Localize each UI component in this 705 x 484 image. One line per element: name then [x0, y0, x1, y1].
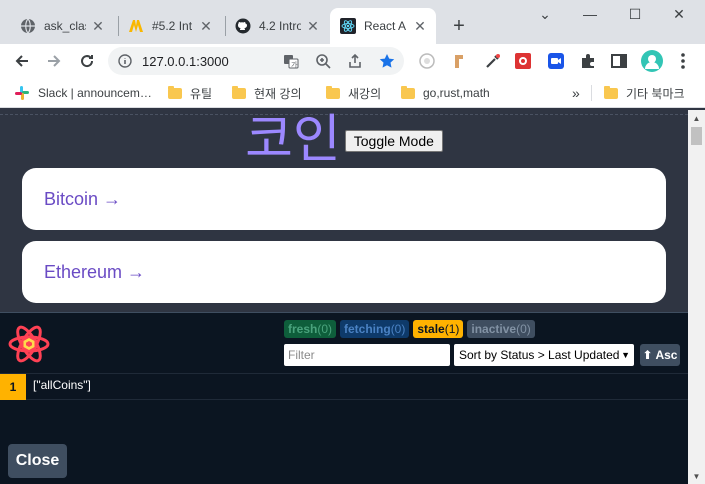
caret-down-icon: ▼ [621, 350, 630, 360]
bookmark-label: go,rust,math [423, 86, 490, 100]
browser-toolbar: 127.0.0.1:3000 가 [0, 44, 705, 78]
folder-icon [604, 85, 618, 99]
back-button[interactable] [10, 49, 34, 73]
coin-link[interactable]: Bitcoin → [44, 189, 121, 210]
toggle-mode-button[interactable]: Toggle Mode [344, 130, 443, 152]
coin-link[interactable]: Ethereum → [44, 262, 145, 283]
badge-stale: stale(1) [413, 320, 464, 338]
close-icon[interactable]: ✕ [305, 18, 321, 35]
bookmarks-bar: Slack | announcem… 유틸 현재 강의 새강의 go,rust,… [0, 78, 705, 108]
forward-button[interactable] [42, 49, 66, 73]
close-icon[interactable]: ✕ [198, 18, 214, 35]
folder-icon [401, 85, 415, 99]
zoom-video-icon[interactable] [547, 52, 565, 70]
extension-timer-icon[interactable] [418, 52, 436, 70]
folder-icon [232, 85, 246, 99]
m-logo-icon [129, 20, 143, 32]
coin-card-bitcoin[interactable]: Bitcoin → [22, 168, 666, 230]
bookmark-label: 유틸 [190, 86, 213, 101]
arrow-right-icon [48, 55, 61, 67]
title-row: 코인 Toggle Mode [0, 110, 688, 170]
sort-select[interactable]: Sort by Status > Last Updated ▼ [454, 344, 634, 366]
tab-strip: ask_clas ✕ #5.2 Int ✕ 4.2 Intro ✕ React … [0, 0, 705, 44]
bookmark-folder-util[interactable]: 유틸 [168, 85, 212, 101]
profile-avatar[interactable] [641, 50, 663, 72]
folder-icon [168, 85, 182, 99]
puzzle-icon[interactable] [579, 52, 597, 70]
react-icon [340, 18, 356, 34]
bookmark-folder-other[interactable]: 기타 북마크 [604, 85, 685, 101]
tab-label: #5.2 Int [152, 19, 193, 33]
kebab-menu-icon[interactable] [674, 52, 692, 70]
react-query-devtools: fresh(0) fetching(0) stale(1) inactive(0… [0, 312, 688, 484]
react-query-logo-icon[interactable] [8, 323, 50, 365]
sidebar-panel-icon[interactable] [610, 52, 628, 70]
bookmark-divider [591, 85, 592, 101]
bookmark-label: 새강의 [348, 86, 382, 101]
window-close-icon[interactable]: ✕ [664, 6, 694, 23]
new-tab-button[interactable]: + [447, 14, 471, 38]
badge-inactive: inactive(0) [467, 320, 535, 338]
tab-label: React A [364, 19, 407, 33]
page-title: 코인 [245, 110, 341, 170]
folder-icon [326, 85, 340, 99]
bookmark-folder-current[interactable]: 현재 강의 [232, 85, 302, 101]
slack-icon [15, 86, 29, 100]
scroll-thumb[interactable] [691, 127, 702, 145]
bookmark-label: 기타 북마크 [626, 86, 685, 101]
query-status-badges: fresh(0) fetching(0) stale(1) inactive(0… [284, 320, 535, 338]
reload-button[interactable] [75, 49, 99, 73]
sort-direction-button[interactable]: ⬆ Asc [640, 344, 680, 366]
eyedropper-icon[interactable] [484, 52, 502, 70]
bookmark-folder-go-rust-math[interactable]: go,rust,math [401, 85, 490, 101]
page-content: 코인 Toggle Mode Bitcoin → Ethereum → [0, 110, 688, 312]
chevron-down-icon[interactable]: ⌄ [530, 6, 560, 23]
github-icon [235, 18, 251, 34]
query-key: ["allCoins"] [33, 378, 91, 392]
bookmark-label: 현재 강의 [254, 86, 302, 101]
bookmarks-overflow-button[interactable]: » [572, 85, 580, 101]
scroll-up-icon[interactable]: ▲ [688, 110, 705, 126]
tab-react-app[interactable]: React A ✕ [330, 8, 436, 44]
info-icon[interactable] [116, 52, 134, 70]
bookmark-slack[interactable]: Slack | announcem… [14, 85, 152, 101]
share-icon[interactable] [346, 52, 364, 70]
close-devtools-button[interactable]: Close [8, 444, 67, 478]
maximize-icon[interactable]: ☐ [620, 6, 650, 23]
svg-text:가: 가 [291, 60, 298, 69]
extension-bug-icon[interactable] [514, 52, 532, 70]
globe-icon [21, 18, 35, 34]
scroll-down-icon[interactable]: ▼ [688, 468, 705, 484]
tab-ask-class[interactable]: ask_clas ✕ [10, 8, 114, 44]
query-row[interactable]: 1 ["allCoins"] [0, 373, 688, 400]
arrow-left-icon [15, 55, 28, 67]
badge-fresh: fresh(0) [284, 320, 337, 338]
translate-icon[interactable]: 가 [282, 52, 300, 70]
url-text: 127.0.0.1:3000 [142, 54, 229, 69]
query-observer-count: 1 [0, 374, 26, 400]
extension-pipe-icon[interactable] [451, 52, 469, 70]
bookmark-star-icon[interactable] [378, 52, 396, 70]
bookmark-label: Slack | announcem… [38, 86, 152, 100]
tab-nomad[interactable]: #5.2 Int ✕ [118, 8, 222, 44]
minimize-icon[interactable]: — [575, 6, 605, 22]
coin-card-ethereum[interactable]: Ethereum → [22, 241, 666, 303]
devtools-header: fresh(0) fetching(0) stale(1) inactive(0… [0, 313, 688, 373]
zoom-icon[interactable] [314, 52, 332, 70]
badge-fetching: fetching(0) [340, 320, 410, 338]
tab-label: 4.2 Intro [259, 19, 301, 33]
filter-input[interactable] [284, 344, 450, 366]
sort-select-value: Sort by Status > Last Updated [459, 348, 620, 362]
close-icon[interactable]: ✕ [90, 18, 106, 35]
bookmark-folder-new[interactable]: 새강의 [326, 85, 381, 101]
tab-label: ask_clas [44, 19, 86, 33]
page-scrollbar[interactable]: ▲ ▼ [688, 110, 705, 484]
address-bar[interactable]: 127.0.0.1:3000 가 [108, 47, 404, 75]
reload-icon [81, 55, 94, 68]
tab-github[interactable]: 4.2 Intro ✕ [225, 8, 329, 44]
close-icon[interactable]: ✕ [412, 18, 428, 35]
